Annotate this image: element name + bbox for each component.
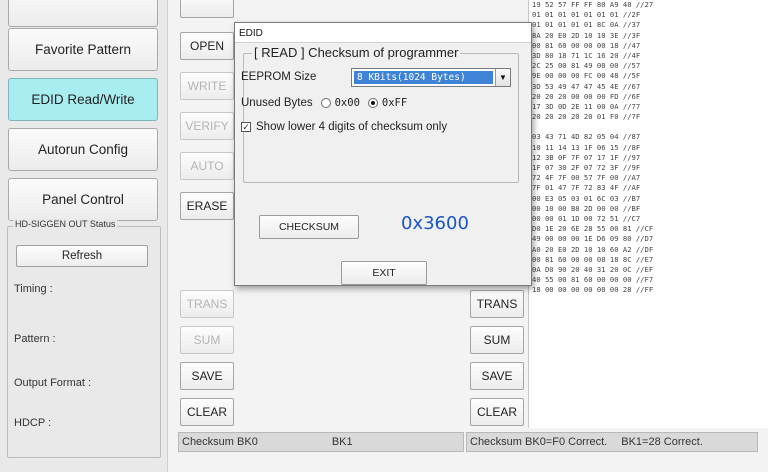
hex-line: 00 81 60 00 00 08 18 8C //E7: [532, 254, 654, 264]
hdcp-label: HDCP :: [14, 417, 52, 429]
status-right-bk1: BK1=28 Correct.: [621, 436, 703, 448]
panel-control-button[interactable]: Panel Control: [8, 178, 158, 221]
write-button[interactable]: WRITE: [180, 72, 234, 100]
eeprom-size-row: EEPROM Size: [241, 71, 316, 83]
sum-right-button[interactable]: SUM: [470, 326, 524, 354]
output-format-label: Output Format :: [14, 377, 92, 389]
clear-left-button[interactable]: CLEAR: [180, 398, 234, 426]
hex-line: 00 10 00 B8 2D 00 00 //BF: [532, 203, 641, 213]
trans-left-button[interactable]: TRANS: [180, 290, 234, 318]
unused-0xff-label: 0xFF: [381, 97, 408, 109]
unused-bytes-row: Unused Bytes 0x00 0xFF: [241, 97, 407, 109]
hex-line: 3D 80 18 71 1C 16 20 //4F: [532, 50, 641, 60]
hex-line: 12 3B 0F 7F 07 17 1F //97: [532, 152, 641, 162]
hex-line: 1F 07 30 2F 07 72 3F //9F: [532, 163, 641, 172]
dialog-title: EDID: [235, 23, 531, 43]
hex-line: 00 00 01 1D 00 72 51 //C7: [532, 213, 641, 223]
eeprom-size-label: EEPROM Size: [241, 71, 317, 83]
hex-line: 9E 00 00 00 FC 00 48 //5F: [532, 71, 641, 81]
hex-line: 20 20 20 00 00 00 FD //6F: [532, 91, 641, 101]
checkmark-icon: ✓: [242, 122, 250, 132]
status-right-bk0: Checksum BK0=F0 Correct.: [470, 436, 608, 448]
hex-line: 00 E3 05 03 01 6C 03 //B7: [532, 193, 641, 203]
hex-line: 20 20 20 20 20 01 F0 //7F: [532, 112, 641, 122]
hex-line: 2C 25 00 81 49 00 00 //57: [532, 61, 641, 71]
hex-line: 01 01 01 01 01 8C 0A //37: [532, 20, 641, 30]
left-sidebar: Favorite Pattern EDID Read/Write Autorun…: [0, 0, 168, 472]
status-group: HD-SIGGEN OUT Status Refresh Timing : Pa…: [7, 219, 161, 458]
hex-line: D0 1E 20 6E 28 55 00 81 //CF: [532, 224, 654, 234]
hex-line: 3D 53 49 47 47 45 4E //67: [532, 81, 641, 91]
edid-read-write-button[interactable]: EDID Read/Write: [8, 78, 158, 121]
edid-dialog: EDID [ READ ] Checksum of programmer EEP…: [234, 22, 532, 286]
verify-button[interactable]: VERIFY: [180, 112, 234, 140]
eeprom-size-select[interactable]: 8 KBits(1024 Bytes) ▼: [351, 68, 511, 87]
exit-button[interactable]: EXIT: [341, 261, 427, 285]
hex-line: 19 52 57 FF FF 80 A9 40 //27: [532, 0, 654, 9]
top-button-hidden[interactable]: [180, 0, 234, 18]
clear-right-button[interactable]: CLEAR: [470, 398, 524, 426]
sum-left-button[interactable]: SUM: [180, 326, 234, 354]
checksum-result: 0x3600: [401, 213, 469, 234]
checksum-button[interactable]: CHECKSUM: [259, 215, 359, 239]
show-lower-row: ✓ Show lower 4 digits of checksum only: [241, 121, 447, 133]
status-bar-left: Checksum BK0 BK1: [178, 432, 464, 452]
timing-label: Timing :: [14, 283, 53, 295]
open-button[interactable]: OPEN: [180, 32, 234, 60]
trans-right-button[interactable]: TRANS: [470, 290, 524, 318]
eeprom-size-value: 8 KBits(1024 Bytes): [354, 71, 493, 84]
pattern-label: Pattern :: [14, 333, 56, 345]
erase-button[interactable]: ERASE: [180, 192, 234, 220]
unused-0xff-radio[interactable]: [367, 98, 378, 108]
save-left-button[interactable]: SAVE: [180, 362, 234, 390]
hex-line: 72 4F 7F 00 57 7F 00 //A7: [532, 173, 641, 183]
auto-button[interactable]: AUTO: [180, 152, 234, 180]
autorun-config-button[interactable]: Autorun Config: [8, 128, 158, 171]
unused-0x00-label: 0x00: [334, 97, 360, 109]
hex-line: 0A D0 90 20 40 31 20 0C //EF: [532, 264, 654, 274]
hex-line: A0 20 E0 2D 10 10 60 A2 //DF: [532, 244, 654, 254]
nav-button-hidden-top[interactable]: [8, 0, 158, 27]
hex-line: 49 00 00 00 1E D6 09 80 //D7: [532, 234, 654, 244]
unused-bytes-label: Unused Bytes: [241, 97, 313, 109]
hex-line: 10 11 14 13 1F 06 15 //8F: [532, 142, 641, 152]
show-lower-checkbox[interactable]: ✓: [241, 122, 251, 132]
unused-0x00-radio[interactable]: [320, 98, 331, 108]
refresh-button[interactable]: Refresh: [16, 245, 148, 267]
status-bar-right: Checksum BK0=F0 Correct. BK1=28 Correct.: [466, 432, 758, 452]
hex-line: 03 43 71 4D 82 05 04 //87: [532, 132, 641, 142]
save-right-button[interactable]: SAVE: [470, 362, 524, 390]
hex-line: 40 55 00 81 60 00 00 00 //F7: [532, 275, 654, 285]
favorite-pattern-button[interactable]: Favorite Pattern: [8, 28, 158, 71]
status-group-title: HD-SIGGEN OUT Status: [13, 219, 118, 229]
chevron-down-icon[interactable]: ▼: [495, 69, 510, 86]
checksum-group-title: [ READ ] Checksum of programmer: [252, 45, 461, 60]
hex-line: [532, 122, 768, 132]
hex-dump-view[interactable]: 19 52 57 FF FF 80 A9 40 //27 01 01 01 01 …: [528, 0, 768, 428]
status-left-bk1: BK1: [331, 436, 353, 448]
hex-line: 8A 20 E0 2D 10 10 3E //3F: [532, 30, 641, 40]
hex-line: 18 00 00 00 00 00 00 28 //FF: [532, 285, 654, 295]
show-lower-label: Show lower 4 digits of checksum only: [256, 121, 448, 133]
hex-line: 7F 01 47 7F 72 83 4F //AF: [532, 183, 641, 193]
hex-line: 00 81 60 00 00 00 18 //47: [532, 40, 641, 50]
hex-line: 01 01 01 01 01 01 01 //2F: [532, 10, 641, 20]
status-left-bk0: Checksum BK0: [182, 436, 258, 448]
hex-line: 17 3D 0D 2E 11 00 0A //77: [532, 101, 641, 111]
